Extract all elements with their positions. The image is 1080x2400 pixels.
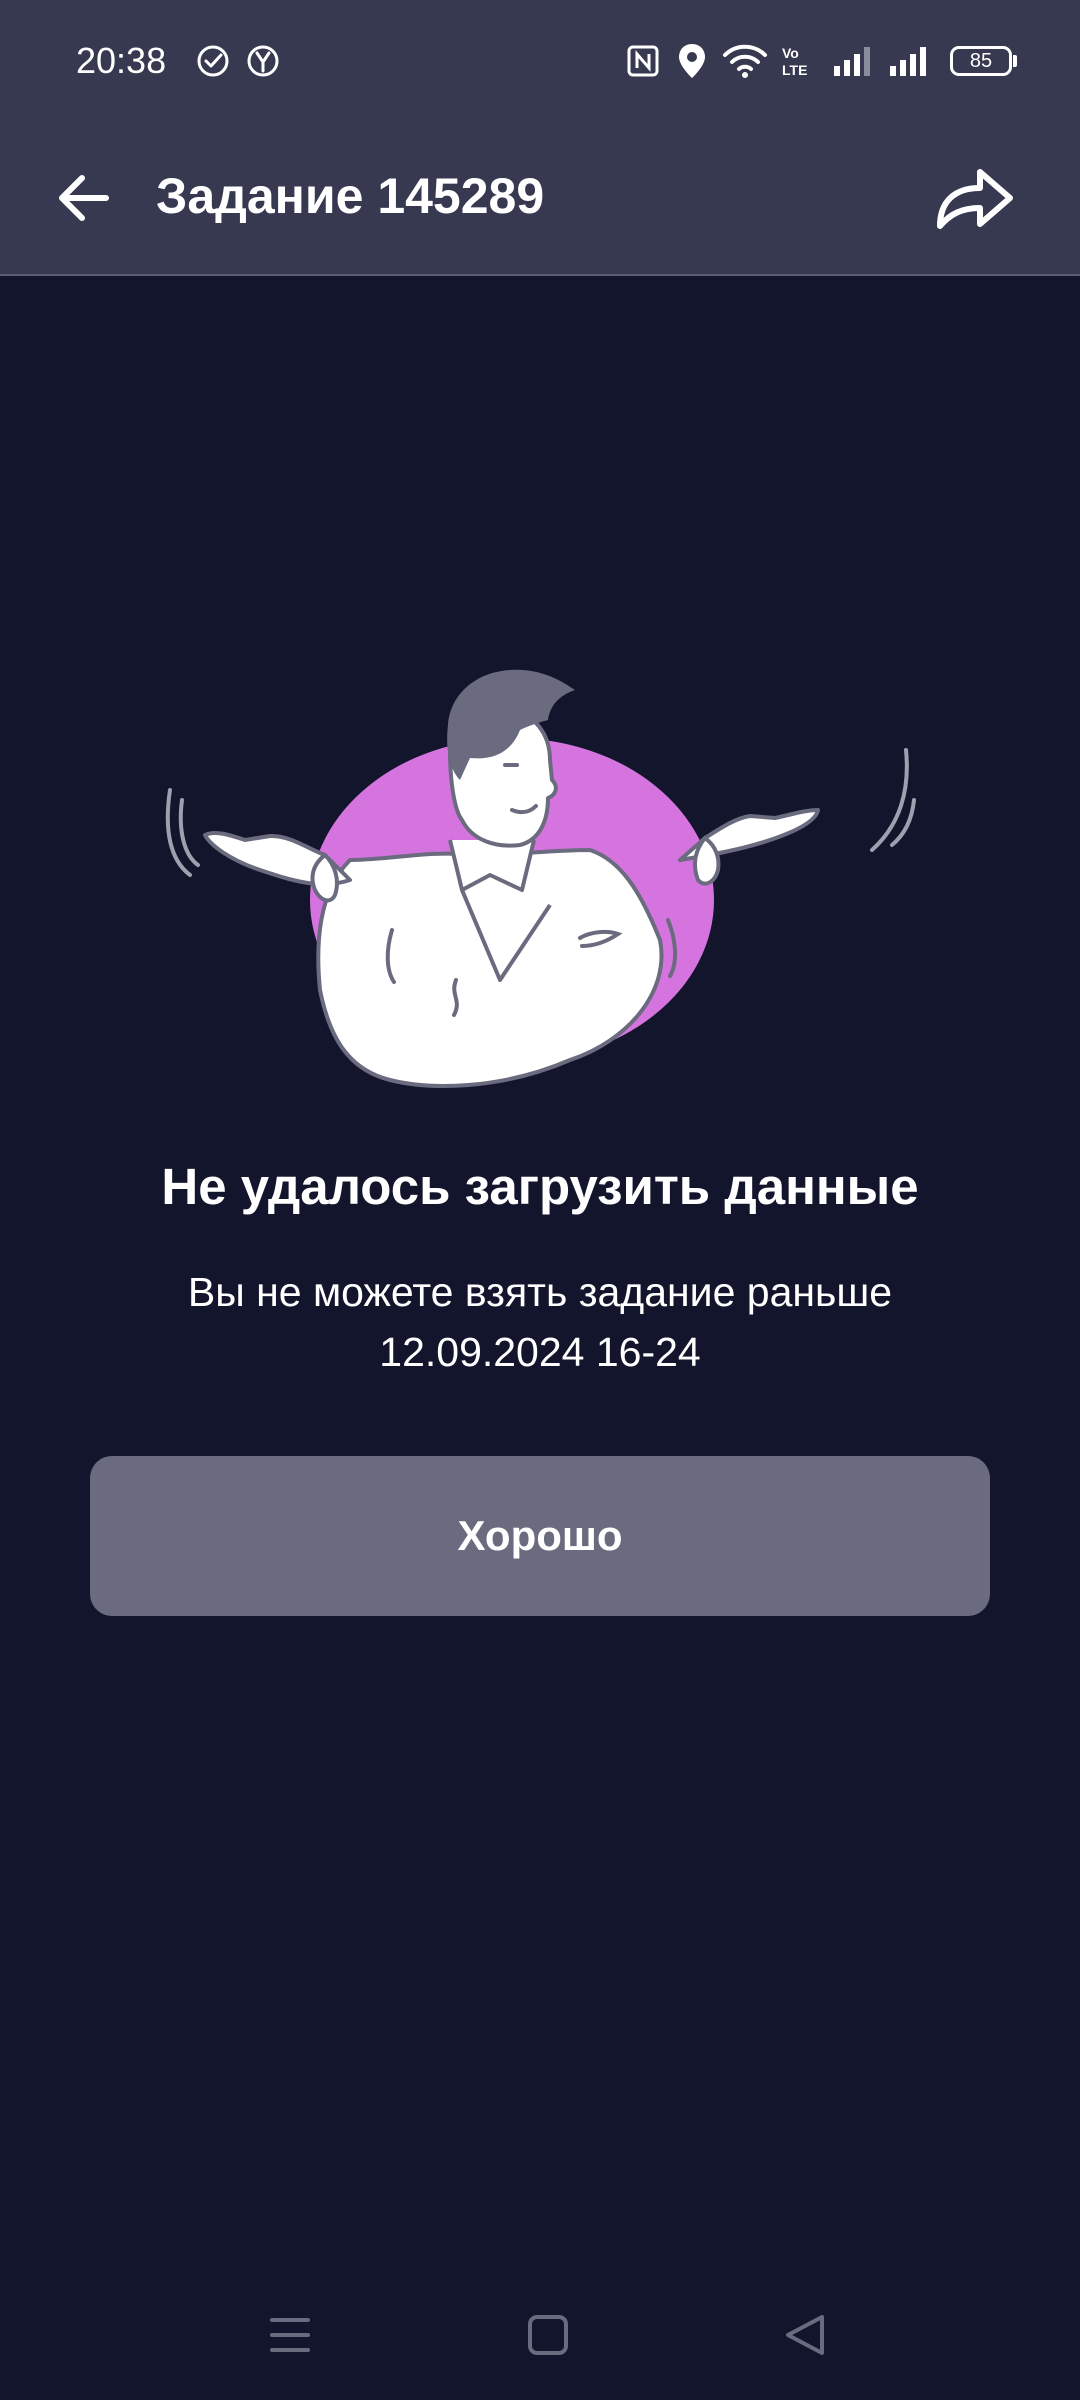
app-screen: 20:38 Vo LTE 85 Задание 145289 Не удалос… [0, 0, 1080, 2400]
home-icon[interactable] [508, 2300, 588, 2370]
back-button[interactable] [44, 156, 128, 240]
nfc-icon [627, 45, 659, 77]
battery-tip [1013, 55, 1017, 67]
signal-icon [890, 47, 926, 76]
page-title: Задание 145289 [156, 168, 545, 224]
svg-text:LTE: LTE [782, 62, 807, 78]
ok-button[interactable]: Хорошо [90, 1456, 990, 1616]
svg-text:Vo: Vo [782, 45, 799, 61]
battery-level: 85 [969, 50, 993, 72]
status-time: 20:38 [76, 40, 167, 81]
signal-icon [834, 47, 870, 76]
error-message: Вы не можете взять задание раньше 12.09.… [187, 1269, 893, 1375]
share-icon[interactable] [928, 152, 1020, 244]
check-circle-icon [197, 45, 229, 77]
menu-icon[interactable] [250, 2300, 330, 2370]
error-title: Не удалось загрузить данные [161, 1158, 919, 1215]
location-icon [679, 44, 705, 78]
battery-icon: 85 [950, 46, 1012, 76]
status-bar: 20:38 Vo LTE 85 [0, 0, 1080, 120]
back-triangle-icon[interactable] [766, 2300, 846, 2370]
wifi-icon [723, 44, 767, 78]
volte-icon: Vo LTE [782, 45, 807, 78]
yandex-icon [247, 45, 279, 77]
shrugging-man-illustration [165, 669, 916, 1088]
app-bar: Задание 145289 [0, 120, 1080, 276]
